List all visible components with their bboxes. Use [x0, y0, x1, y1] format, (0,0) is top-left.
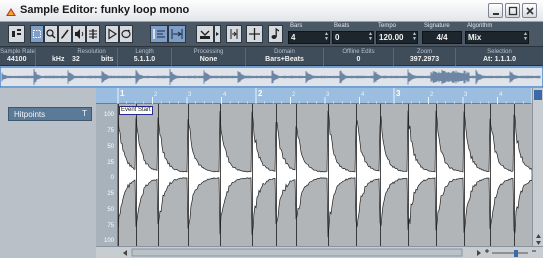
sample-rate-value: 44100 [7, 56, 27, 63]
left-panel-header [0, 88, 96, 104]
ruler-beat: 3 [188, 92, 192, 98]
scrub-icon[interactable] [86, 25, 100, 43]
hitpoint-edit-icon[interactable] [150, 25, 168, 43]
warp-icon[interactable] [168, 25, 186, 43]
maximize-icon[interactable] [505, 3, 520, 18]
resolution-unit: bits [101, 56, 114, 63]
horizontal-scrollbar[interactable] [96, 246, 543, 258]
grid-icon[interactable] [226, 25, 242, 43]
scale-label: 100 [103, 238, 114, 244]
ruler-beat: 3 [464, 92, 468, 98]
info-toggle-icon[interactable] [8, 25, 25, 43]
minimize-icon[interactable] [488, 3, 503, 18]
metronome-icon[interactable] [268, 25, 283, 43]
scale-label: 0 [110, 175, 114, 181]
algorithm-dropdown-icon[interactable]: ▲ ▼ [523, 32, 528, 43]
scale-label: 75 [107, 128, 114, 134]
ruler-bar-2: 2 [258, 89, 263, 98]
signature-field[interactable]: Signature 4/4 [422, 23, 462, 45]
selection-info: Selection At: 1.1.1.0 [482, 49, 517, 63]
ruler-bar-1: 1 [120, 89, 125, 98]
app-icon [5, 5, 17, 17]
processing-info: Processing None [172, 48, 246, 66]
hitpoints-label: Hitpoints [14, 110, 46, 119]
waveform-display[interactable] [118, 104, 532, 246]
speaker-icon[interactable] [72, 25, 86, 43]
beats-field[interactable]: Beats 0 ▲ ▼ [332, 23, 374, 45]
ruler-bar-3: 3 [396, 89, 401, 98]
zoom-info: Zoom 397.2973 [394, 48, 456, 66]
left-panel: Hitpoints T [0, 88, 96, 258]
offline-edits-info: Offline Edits 0 [324, 48, 394, 66]
snap-dropdown-icon[interactable] [214, 25, 221, 43]
scale-label: 25 [107, 160, 114, 166]
range-selection-icon[interactable] [30, 25, 44, 43]
ruler-beat: 2 [154, 92, 158, 98]
algorithm-value[interactable]: Mix [465, 31, 529, 44]
snap-icon[interactable] [196, 25, 214, 43]
play-icon[interactable] [105, 25, 119, 43]
ruler-beat: 4 [499, 92, 503, 98]
zoom-icon[interactable] [44, 25, 58, 43]
scroll-left-icon [123, 250, 127, 256]
overview-waveform[interactable] [0, 66, 543, 88]
ruler-beat: 2 [292, 92, 296, 98]
sample-editor-window: Sample Editor: funky loop mono Bars 4 ▲ … [0, 0, 543, 258]
hitpoints-pin-icon[interactable]: T [82, 109, 87, 118]
scale-label: 25 [107, 191, 114, 197]
ruler-beat: 3 [326, 92, 330, 98]
overview-line[interactable] [0, 66, 543, 88]
scroll-right-icon [477, 250, 481, 256]
bars-field[interactable]: Bars 4 ▲ ▼ [288, 23, 330, 45]
scale-label: 100 [103, 112, 114, 118]
domain-info[interactable]: Domain Bars+Beats [246, 48, 324, 66]
bars-spinner-icon[interactable]: ▲ ▼ [324, 32, 329, 43]
scale-label: 50 [107, 144, 114, 150]
ruler-beat: 2 [430, 92, 434, 98]
loop-icon[interactable] [119, 25, 133, 43]
beats-spinner-icon[interactable]: ▲ ▼ [368, 32, 373, 43]
ruler[interactable]: 1 2 3 2 3 4 2 3 4 2 3 4 [96, 88, 532, 104]
close-icon[interactable] [522, 3, 537, 18]
waveform-shape [118, 110, 532, 238]
zoom-slider-thumb [514, 250, 518, 257]
vertical-scroll-thumb [534, 90, 542, 100]
hitpoints-lane[interactable]: Hitpoints T [8, 107, 92, 121]
title-bar: Sample Editor: funky loop mono [0, 0, 543, 22]
window-title: Sample Editor: funky loop mono [20, 4, 190, 16]
scale-label: 50 [107, 207, 114, 213]
event-start-marker[interactable]: Event Start [119, 106, 153, 115]
tempo-field[interactable]: Tempo 120.00 ▲ ▼ [376, 23, 418, 45]
ruler-beat: 4 [223, 92, 227, 98]
info-line: Sample Rate 44100 kHz Resolution 32 bits… [0, 47, 543, 66]
ruler-beat: 4 [361, 92, 365, 98]
pencil-icon[interactable] [58, 25, 72, 43]
grid-align-icon[interactable] [246, 25, 263, 43]
vertical-scrollbar[interactable] [532, 88, 543, 246]
toolbar: Bars 4 ▲ ▼ Beats 0 ▲ ▼ Tempo 120.00 ▲ ▼ Sig… [0, 22, 543, 47]
tempo-spinner-icon[interactable]: ▲ ▼ [412, 32, 417, 43]
sample-rate-unit: kHz [52, 56, 65, 63]
scale-label: 75 [107, 223, 114, 229]
amplitude-scale: 100 75 50 25 0 25 50 75 100 [96, 104, 118, 246]
resolution-value: 32 [72, 56, 80, 63]
signature-value[interactable]: 4/4 [422, 31, 462, 44]
algorithm-field[interactable]: Algorithm Mix ▲ ▼ [465, 23, 529, 45]
length-info: Length 5.1.1.0 [118, 48, 172, 66]
